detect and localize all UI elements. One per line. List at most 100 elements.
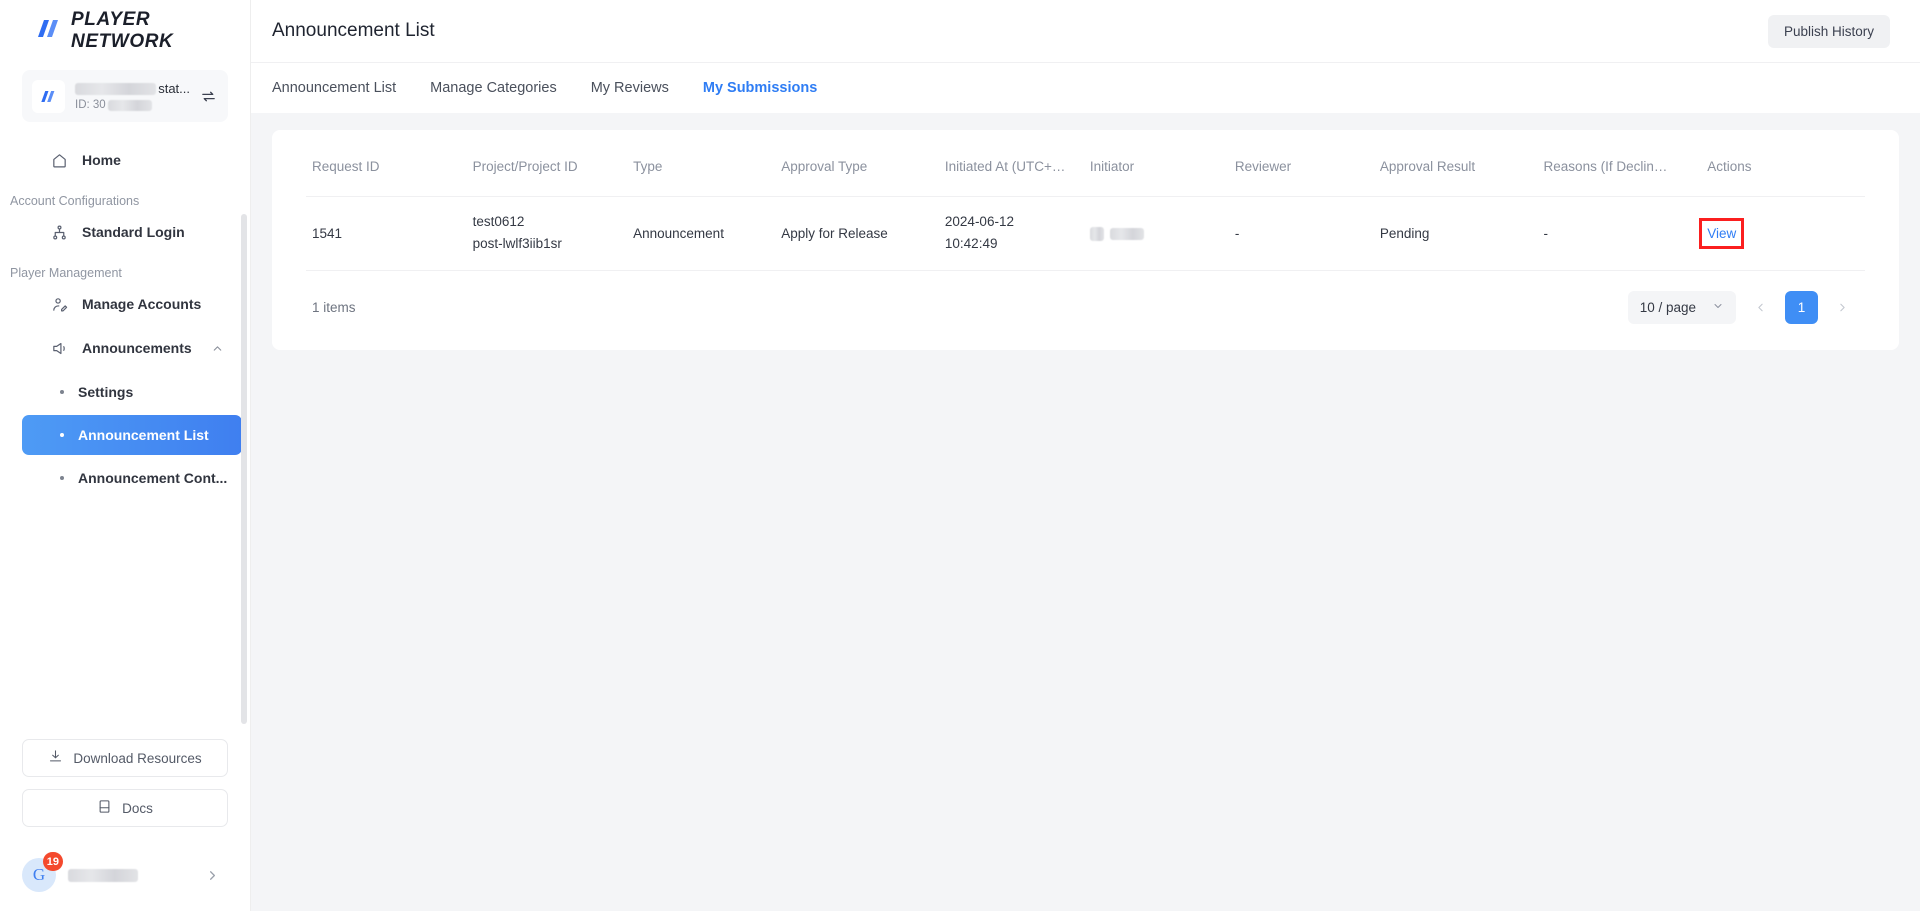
sidebar: PLAYER NETWORK stat... ID: 30	[0, 0, 251, 911]
column-header-project-id: Project/Project ID	[467, 148, 628, 197]
topbar: Announcement List Publish History	[251, 0, 1920, 62]
tab-announcement-list[interactable]: Announcement List	[272, 80, 396, 96]
sidebar-scrollbar[interactable]	[241, 214, 247, 724]
pagination-controls: 10 / page 1	[1628, 291, 1859, 324]
book-icon	[97, 799, 112, 817]
download-resources-label: Download Resources	[73, 751, 201, 766]
pagination-bar: 1 items 10 / page	[306, 271, 1865, 338]
cell-project: test0612 post-lwlf3iib1sr	[467, 197, 628, 271]
pagination-next-button[interactable]	[1826, 291, 1859, 324]
initiator-avatar-redacted	[1090, 227, 1104, 241]
account-status-label: stat...	[158, 81, 190, 96]
sidebar-item-home[interactable]: Home	[22, 140, 242, 180]
column-header-initiated-at: Initiated At (UTC+…	[939, 148, 1084, 197]
sidebar-item-standard-login[interactable]: Standard Login	[22, 212, 242, 252]
account-logo-icon	[32, 80, 65, 113]
account-id: ID: 30	[75, 99, 190, 111]
sidebar-item-manage-accounts[interactable]: Manage Accounts	[22, 284, 242, 324]
download-resources-button[interactable]: Download Resources	[22, 739, 228, 777]
main-area: Announcement List Publish History Announ…	[251, 0, 1920, 911]
column-header-actions: Actions	[1701, 148, 1865, 197]
column-header-approval-type: Approval Type	[775, 148, 939, 197]
home-icon	[50, 151, 68, 169]
cell-project-name: test0612	[473, 211, 622, 233]
column-header-reasons: Reasons (If Declin…	[1538, 148, 1702, 197]
docs-button[interactable]: Docs	[22, 789, 228, 827]
cell-approval-type: Apply for Release	[775, 197, 939, 271]
brand-header: PLAYER NETWORK	[0, 0, 250, 62]
bullet-icon	[60, 476, 64, 480]
account-name-redacted	[75, 83, 156, 95]
account-name-line: stat...	[75, 81, 190, 96]
cell-actions: View	[1701, 197, 1865, 271]
column-header-type: Type	[627, 148, 775, 197]
sidebar-item-settings-label: Settings	[78, 384, 133, 400]
chevron-up-icon[interactable]	[211, 342, 224, 355]
cell-initiated-time: 10:42:49	[945, 233, 1078, 255]
cell-reviewer: -	[1229, 197, 1374, 271]
items-count-label: 1 items	[312, 300, 356, 315]
content-area: Request ID Project/Project ID Type Appro…	[251, 113, 1920, 911]
account-switcher-card[interactable]: stat... ID: 30	[22, 70, 228, 122]
sidebar-item-standard-login-label: Standard Login	[82, 224, 185, 240]
column-header-approval-result: Approval Result	[1374, 148, 1538, 197]
sidebar-nav: Home Account Configurations Standard Log…	[0, 136, 250, 739]
docs-label: Docs	[122, 801, 153, 816]
sidebar-item-announcement-content[interactable]: Announcement Cont...	[22, 458, 242, 498]
bullet-icon	[60, 390, 64, 394]
sidebar-group-player-management: Player Management	[0, 266, 250, 280]
tab-my-reviews[interactable]: My Reviews	[591, 80, 669, 96]
account-meta: stat... ID: 30	[75, 81, 190, 111]
switch-account-icon[interactable]	[200, 88, 218, 105]
sidebar-item-home-label: Home	[82, 152, 121, 168]
cell-project-id: post-lwlf3iib1sr	[473, 233, 622, 255]
chevron-down-icon	[1712, 300, 1724, 315]
sidebar-item-settings[interactable]: Settings	[22, 372, 242, 412]
megaphone-icon	[50, 339, 68, 357]
pagination-prev-button[interactable]	[1744, 291, 1777, 324]
tab-my-submissions[interactable]: My Submissions	[703, 80, 817, 96]
sidebar-item-announcements-label: Announcements	[82, 340, 192, 356]
table-head: Request ID Project/Project ID Type Appro…	[306, 148, 1865, 197]
cell-initiator	[1084, 197, 1229, 271]
tab-bar: Announcement List Manage Categories My R…	[251, 62, 1920, 113]
cell-approval-result: Pending	[1374, 197, 1538, 271]
initiator-name-redacted	[1110, 228, 1144, 240]
user-name-redacted	[68, 869, 138, 882]
table-body: 1541 test0612 post-lwlf3iib1sr Announcem…	[306, 197, 1865, 271]
submissions-card: Request ID Project/Project ID Type Appro…	[272, 130, 1899, 350]
sidebar-item-announcement-list[interactable]: Announcement List	[22, 415, 242, 455]
notification-badge: 19	[43, 852, 63, 871]
player-network-logo-icon	[36, 19, 62, 43]
column-header-reviewer: Reviewer	[1229, 148, 1374, 197]
page-size-select[interactable]: 10 / page	[1628, 291, 1736, 324]
sidebar-item-announcement-list-label: Announcement List	[78, 427, 209, 443]
brand-name: PLAYER NETWORK	[71, 9, 250, 53]
cell-initiated-date: 2024-06-12	[945, 211, 1078, 233]
cell-reasons: -	[1538, 197, 1702, 271]
cell-request-id: 1541	[306, 197, 467, 271]
sidebar-group-account-configurations: Account Configurations	[0, 194, 250, 208]
sidebar-nav-scroll: Home Account Configurations Standard Log…	[0, 140, 250, 739]
table-header-row: Request ID Project/Project ID Type Appro…	[306, 148, 1865, 197]
sitemap-icon	[50, 223, 68, 241]
column-header-initiator: Initiator	[1084, 148, 1229, 197]
account-id-redacted	[108, 100, 152, 111]
chevron-right-icon[interactable]	[205, 868, 220, 883]
user-edit-icon	[50, 295, 68, 313]
tab-manage-categories[interactable]: Manage Categories	[430, 80, 557, 96]
cell-initiated-at: 2024-06-12 10:42:49	[939, 197, 1084, 271]
sidebar-item-announcement-content-label: Announcement Cont...	[78, 470, 227, 486]
avatar: G 19	[22, 858, 56, 892]
pagination-page-1[interactable]: 1	[1785, 291, 1818, 324]
column-header-request-id: Request ID	[306, 148, 467, 197]
user-profile-row[interactable]: G 19	[0, 839, 250, 911]
sidebar-item-announcements[interactable]: Announcements	[22, 328, 242, 368]
bullet-icon	[60, 433, 64, 437]
download-icon	[48, 749, 63, 767]
page-title: Announcement List	[272, 20, 435, 42]
view-link[interactable]: View	[1707, 226, 1736, 241]
cell-type: Announcement	[627, 197, 775, 271]
sidebar-item-manage-accounts-label: Manage Accounts	[82, 296, 201, 312]
publish-history-button[interactable]: Publish History	[1768, 15, 1890, 48]
